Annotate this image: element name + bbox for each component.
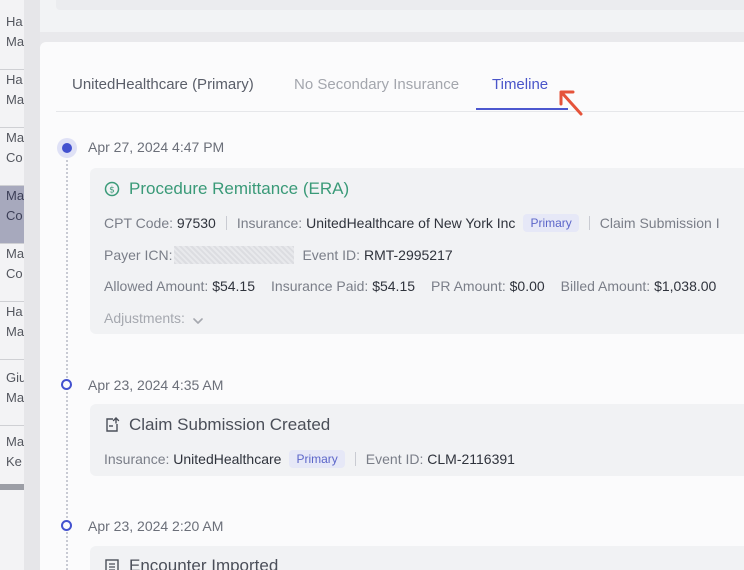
event-card-encounter: Encounter Imported [90,546,744,570]
insurance-paid-value: $54.15 [372,278,416,294]
event-card-claim-submission: Claim Submission Created Insurance: Unit… [90,404,744,476]
list-item[interactable]: Ha Ma [0,70,24,128]
event-date: Apr 23, 2024 2:20 AM [88,518,224,534]
background-patient-list: HaMa HaMa MaCo MaCo MaCo HaMa GiuMa MaKe [0,0,24,570]
timeline-dot-active [57,138,77,158]
event-detail-row: Payer ICN: Event ID: RMT-2995217 [104,246,453,264]
timeline-dot [61,379,72,390]
divider [225,216,227,230]
dollar-circle-icon: $ [104,181,120,197]
event-id-value: CLM-2116391 [427,451,515,467]
claim-submission-label: Claim Submission I [599,215,720,231]
tab-secondary-insurance[interactable]: No Secondary Insurance [294,76,459,93]
list-item[interactable]: Ma Co [0,128,24,186]
allowed-amount-value: $54.15 [212,278,256,294]
billed-amount-value: $1,038.00 [654,278,717,294]
divider [354,452,356,466]
primary-badge: Primary [523,214,579,232]
list-item[interactable]: Ma Ke [0,432,24,490]
timeline-line [66,148,68,570]
list-item[interactable]: Ha Ma [0,12,24,70]
svg-text:$: $ [109,186,115,196]
event-date: Apr 27, 2024 4:47 PM [88,139,225,155]
event-date: Apr 23, 2024 4:35 AM [88,377,224,393]
list-item[interactable]: Ma Co [0,244,24,302]
event-title: Encounter Imported [104,556,278,570]
primary-badge: Primary [289,450,345,468]
event-amounts-row: Allowed Amount: $54.15 Insurance Paid: $… [104,278,717,294]
annotation-arrow-icon [559,90,583,116]
insurance-panel: UnitedHealthcare (Primary) No Secondary … [40,42,744,570]
event-detail-row: CPT Code: 97530 Insurance: UnitedHealthc… [104,214,720,232]
event-id-value: RMT-2995217 [363,247,453,263]
event-card-remittance: $ Procedure Remittance (ERA) CPT Code: 9… [90,168,744,334]
insurance-value: UnitedHealthcare [173,451,282,467]
adjustments-toggle[interactable]: Adjustments: [104,310,203,326]
event-title: $ Procedure Remittance (ERA) [104,179,349,199]
cpt-code-value: 97530 [176,215,216,231]
panel-gutter [24,0,40,570]
tab-timeline[interactable]: Timeline [492,76,548,93]
payer-icn-redacted [174,246,295,264]
insurance-value: UnitedHealthcare of New York Inc [306,215,516,231]
tab-primary-insurance[interactable]: UnitedHealthcare (Primary) [72,76,254,93]
event-detail-row: Insurance: UnitedHealthcare Primary Even… [104,450,515,468]
insurance-tabs: UnitedHealthcare (Primary) No Secondary … [56,42,744,112]
document-upload-icon [104,417,120,433]
divider [588,216,590,230]
chevron-down-icon [193,313,203,324]
timeline-dot [61,520,72,531]
list-icon [104,558,120,570]
pr-amount-value: $0.00 [509,278,545,294]
list-item[interactable]: GiuMa [0,368,24,426]
list-item[interactable]: Ha Ma [0,302,24,360]
list-item-selected[interactable]: Ma Co [0,186,24,244]
event-title: Claim Submission Created [104,415,330,435]
top-card-content [56,0,744,10]
top-card [40,0,744,32]
